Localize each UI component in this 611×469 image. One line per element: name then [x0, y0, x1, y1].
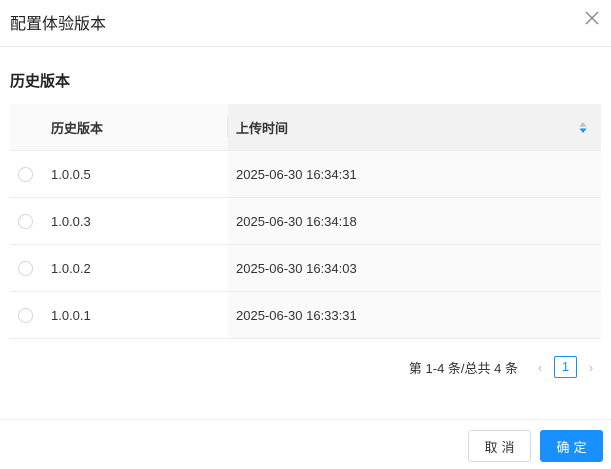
- table-row[interactable]: 1.0.0.1 2025-06-30 16:33:31: [10, 292, 601, 339]
- column-header-upload-time[interactable]: 上传时间: [228, 104, 601, 150]
- version-cell: 1.0.0.2: [51, 260, 91, 276]
- section-title: 历史版本: [10, 73, 71, 90]
- time-cell: 2025-06-30 16:33:31: [236, 307, 357, 323]
- page-1-button[interactable]: 1: [554, 356, 577, 378]
- row-radio[interactable]: [18, 166, 33, 182]
- cancel-button[interactable]: 取消: [468, 430, 531, 462]
- sort-icon[interactable]: [579, 121, 587, 134]
- table-row[interactable]: 1.0.0.3 2025-06-30 16:34:18: [10, 198, 601, 245]
- column-header-label: 上传时间: [236, 120, 289, 136]
- dialog-header: 配置体验版本: [0, 0, 611, 47]
- prev-page-icon[interactable]: ‹: [530, 360, 550, 375]
- time-cell: 2025-06-30 16:34:18: [236, 213, 357, 229]
- row-radio[interactable]: [18, 307, 33, 323]
- time-cell: 2025-06-30 16:34:31: [236, 166, 357, 182]
- table-row[interactable]: 1.0.0.2 2025-06-30 16:34:03: [10, 245, 601, 292]
- next-page-icon[interactable]: ›: [581, 360, 601, 375]
- column-header-version: 历史版本: [51, 120, 104, 136]
- close-icon[interactable]: [583, 9, 601, 27]
- time-cell: 2025-06-30 16:34:03: [236, 260, 357, 276]
- version-cell: 1.0.0.3: [51, 213, 91, 229]
- pagination: 第 1-4 条/总共 4 条 ‹ 1 ›: [409, 356, 601, 378]
- version-table: 历史版本 上传时间 1.0.0.5 2025-06-30 16:34:31 1.…: [10, 104, 601, 339]
- table-header: 历史版本 上传时间: [10, 104, 601, 151]
- table-row[interactable]: 1.0.0.5 2025-06-30 16:34:31: [10, 151, 601, 198]
- row-radio[interactable]: [18, 213, 33, 229]
- dialog-title: 配置体验版本: [10, 16, 107, 33]
- row-radio[interactable]: [18, 260, 33, 276]
- pagination-total: 第 1-4 条/总共 4 条: [408, 360, 518, 376]
- version-cell: 1.0.0.1: [51, 307, 91, 323]
- confirm-button[interactable]: 确定: [540, 430, 603, 462]
- version-cell: 1.0.0.5: [51, 166, 91, 182]
- footer-divider: [0, 419, 611, 420]
